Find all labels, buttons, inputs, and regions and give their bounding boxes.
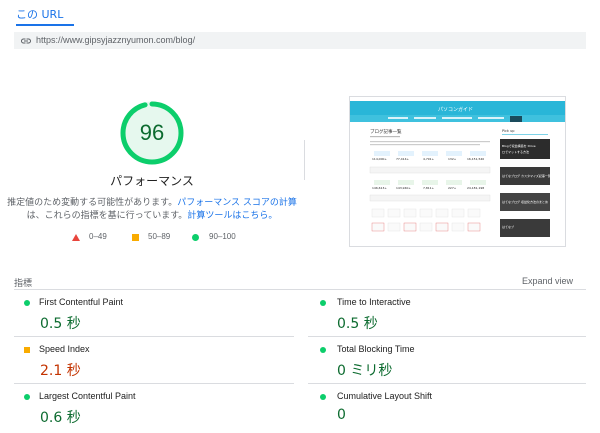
row-divider bbox=[308, 383, 586, 384]
score-description-text: 推定値のため変動する可能性があります。 bbox=[7, 198, 178, 208]
report-tab-bar: この URL bbox=[0, 0, 600, 26]
calculator-link[interactable]: 計算ツールはこちら。 bbox=[187, 211, 277, 221]
lcp-label: Largest Contentful Paint bbox=[39, 391, 136, 401]
expand-view-toggle[interactable]: Expand view bbox=[522, 276, 573, 286]
si-value: 2.1 秒 bbox=[40, 363, 81, 379]
score-description-line2: は、これらの指標を基に行っています。計算ツールはこちら。 bbox=[0, 208, 304, 221]
thumb-stat-9: 227+ bbox=[448, 186, 457, 190]
active-tab-indicator bbox=[16, 24, 74, 26]
row-divider bbox=[308, 336, 586, 337]
cls-pass-icon bbox=[320, 394, 326, 400]
tti-label: Time to Interactive bbox=[337, 297, 411, 307]
page-url[interactable]: https://www.gipsyjazznyumon.com/blog/ bbox=[36, 35, 195, 45]
page-screenshot-thumbnail: パソコンガイド ブログ記事一覧 114,000+ 77,414+ 4,791+ … bbox=[349, 96, 566, 247]
thumb-stat-2: 77,414+ bbox=[396, 157, 409, 161]
tti-pass-icon bbox=[320, 300, 326, 306]
si-average-icon bbox=[24, 347, 30, 353]
row-divider bbox=[14, 383, 294, 384]
row-divider bbox=[14, 336, 294, 337]
performance-title: パフォーマンス bbox=[110, 174, 194, 188]
cls-value: 0 bbox=[337, 407, 346, 423]
fcp-label: First Contentful Paint bbox=[39, 297, 124, 307]
score-description-line1: 推定値のため変動する可能性があります。パフォーマンス スコアの計算 bbox=[0, 195, 304, 208]
thumb-site-title: パソコンガイド bbox=[438, 106, 473, 113]
tbt-value: 0 ミリ秒 bbox=[337, 363, 393, 379]
thumb-side-card-5: はてなブ bbox=[502, 224, 514, 229]
thumb-side-card-4: はてなブログ 収益化方法のまとめ bbox=[502, 199, 548, 204]
metrics-top-divider bbox=[14, 289, 586, 290]
thumb-stat-3: 4,791+ bbox=[423, 157, 435, 161]
legend-fail-range: 0–49 bbox=[89, 232, 107, 241]
thumb-side-card-1: Blogで収益構造を Drive bbox=[502, 143, 536, 148]
thumb-side-card-3: はてなブログ カスタマイズ記事一覧 bbox=[502, 173, 551, 178]
score-description-text2: は、これらの指標を基に行っています。 bbox=[26, 211, 188, 221]
lcp-value: 0.6 秒 bbox=[40, 410, 81, 426]
legend-pass-range: 90–100 bbox=[209, 232, 236, 241]
thumb-stat-7: 143,940+ bbox=[396, 186, 411, 190]
tti-value: 0.5 秒 bbox=[337, 316, 378, 332]
cls-label: Cumulative Layout Shift bbox=[337, 391, 433, 401]
lcp-pass-icon bbox=[24, 394, 30, 400]
thumb-stat-6: 146,613+ bbox=[372, 186, 387, 190]
si-label: Speed Index bbox=[39, 344, 90, 354]
thumb-stat-8: 7,811+ bbox=[423, 186, 435, 190]
thumb-page-heading: ブログ記事一覧 bbox=[370, 128, 402, 135]
pass-circle-icon bbox=[192, 234, 199, 241]
thumb-side-card-2: ロでマットする方法 bbox=[502, 149, 529, 154]
tab-this-url[interactable]: この URL bbox=[16, 6, 63, 22]
performance-score-value: 96 bbox=[139, 120, 165, 145]
metrics-section-label: 指標 bbox=[14, 279, 33, 289]
thumb-stat-5: 16,151,540 bbox=[467, 157, 484, 161]
fcp-value: 0.5 秒 bbox=[40, 316, 81, 332]
fail-triangle-icon bbox=[72, 234, 80, 241]
thumb-stat-4: 132+ bbox=[448, 157, 457, 161]
tbt-pass-icon bbox=[320, 347, 326, 353]
thumb-sidebar-heading: Pick up bbox=[502, 129, 515, 133]
average-square-icon bbox=[132, 234, 139, 241]
link-icon bbox=[21, 38, 31, 44]
legend-average-range: 50–89 bbox=[148, 232, 171, 241]
thumb-stat-10: 24,181,198 bbox=[467, 186, 484, 190]
thumb-stat-1: 114,000+ bbox=[372, 157, 387, 161]
fcp-pass-icon bbox=[24, 300, 30, 306]
tbt-label: Total Blocking Time bbox=[337, 344, 415, 354]
score-calc-link[interactable]: パフォーマンス スコアの計算 bbox=[177, 198, 297, 208]
divider bbox=[304, 140, 305, 180]
